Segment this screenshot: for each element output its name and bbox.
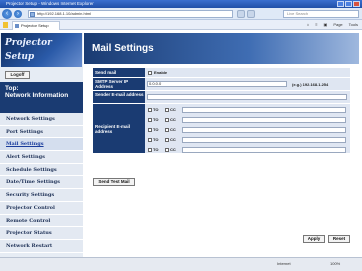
to-label: TO [153, 137, 159, 142]
recipient-row: TO CC [145, 135, 350, 145]
smtp-label: SMTP Server IP Address [93, 78, 145, 91]
home-icon[interactable]: ⌂ [305, 21, 311, 29]
close-window-button[interactable] [353, 1, 360, 7]
security-zone: Internet [277, 261, 291, 266]
sidebar: Projector Setup Logoff Top: Network Info… [0, 31, 83, 257]
feeds-icon[interactable]: ≡ [313, 21, 319, 29]
minimize-button[interactable] [337, 1, 344, 7]
cc-label: CC [170, 117, 176, 122]
cc-label: CC [170, 107, 176, 112]
to-checkbox[interactable] [148, 108, 152, 112]
to-checkbox[interactable] [148, 118, 152, 122]
url-field[interactable]: http://192.168.1.10/admin.html [28, 10, 233, 18]
zoom-level[interactable]: 100% [330, 258, 340, 270]
maximize-button[interactable] [345, 1, 352, 7]
recipient-row: TO CC [145, 145, 350, 154]
cc-checkbox[interactable] [165, 148, 169, 152]
recipient-input[interactable] [182, 107, 346, 113]
sidebar-item-network-restart[interactable]: Network Restart [0, 239, 83, 253]
address-bar: ‹ › http://192.168.1.10/admin.html Live … [0, 8, 362, 20]
to-label: TO [153, 117, 159, 122]
recipient-row: TO CC [145, 105, 350, 115]
to-label: TO [153, 127, 159, 132]
smtp-input[interactable]: 0.0.0.0 [147, 81, 287, 87]
tab-bar: Projector Setup ⌂ ≡ ▣ Page Tools [0, 20, 362, 30]
apply-button[interactable]: Apply [303, 235, 325, 243]
smtp-value: 0.0.0.0 (e.g.) 192.168.1.254 [145, 78, 350, 91]
recipient-label: Recipient E-mail address [93, 104, 145, 154]
cc-label: CC [170, 127, 176, 132]
to-checkbox[interactable] [148, 128, 152, 132]
send-mail-value: Enable [145, 68, 350, 78]
window-controls [337, 1, 360, 7]
window-titlebar: Projector Setup - Windows Internet Explo… [0, 0, 362, 8]
smtp-hint: (e.g.) 192.168.1.254 [292, 82, 329, 87]
send-mail-label: Send mail [93, 68, 145, 78]
sender-input[interactable] [147, 94, 347, 100]
page-title: Mail Settings [84, 33, 359, 64]
page-menu[interactable]: Page [331, 21, 344, 29]
sidebar-item-remote-control[interactable]: Remote Control [0, 214, 83, 228]
main-content: Mail Settings Send mail Enable SMTP Serv… [84, 31, 359, 257]
to-label: TO [153, 147, 159, 152]
enable-label: Enable [154, 70, 168, 75]
status-bar: Internet 100% [0, 257, 362, 271]
forward-button[interactable]: › [14, 10, 22, 18]
enable-checkbox[interactable] [148, 71, 152, 75]
window-title: Projector Setup - Windows Internet Explo… [6, 1, 94, 6]
recipient-input[interactable] [182, 137, 346, 143]
sender-value [145, 91, 350, 104]
sender-label: Sender E-mail address [93, 91, 145, 104]
search-input[interactable]: Live Search [283, 10, 359, 18]
sidebar-item-projector-control[interactable]: Projector Control [0, 201, 83, 215]
top-sublabel: Network Information [5, 92, 69, 99]
cc-checkbox[interactable] [165, 138, 169, 142]
stop-icon[interactable] [247, 10, 255, 18]
recipient-row: TO CC [145, 115, 350, 125]
refresh-icon[interactable] [237, 10, 245, 18]
page-icon [30, 12, 35, 17]
search-placeholder: Live Search [287, 11, 309, 16]
sidebar-item-mail-settings[interactable]: Mail Settings [0, 138, 83, 152]
to-checkbox[interactable] [148, 138, 152, 142]
logo: Projector Setup [1, 33, 82, 67]
recipient-input[interactable] [182, 127, 346, 133]
sidebar-menu: Network Settings Port Settings Mail Sett… [0, 113, 83, 253]
recipient-input[interactable] [182, 117, 346, 123]
sidebar-item-network-settings[interactable]: Network Settings [0, 113, 83, 126]
sidebar-item-port-settings[interactable]: Port Settings [0, 125, 83, 139]
cc-checkbox[interactable] [165, 128, 169, 132]
send-test-mail-button[interactable]: Send Test Mail [93, 178, 135, 186]
cc-label: CC [170, 137, 176, 142]
sidebar-top-link[interactable]: Top: Network Information [0, 82, 83, 113]
tab-label: Projector Setup [21, 23, 49, 28]
reset-button[interactable]: Reset [328, 235, 350, 243]
cc-checkbox[interactable] [165, 108, 169, 112]
tab-page-icon [15, 24, 19, 28]
print-icon[interactable]: ▣ [322, 21, 330, 29]
cc-label: CC [170, 147, 176, 152]
sidebar-item-security-settings[interactable]: Security Settings [0, 189, 83, 202]
cc-checkbox[interactable] [165, 118, 169, 122]
recipient-row: TO CC [145, 125, 350, 135]
back-button[interactable]: ‹ [2, 9, 12, 19]
command-bar: ⌂ ≡ ▣ Page Tools [305, 21, 360, 29]
to-label: TO [153, 107, 159, 112]
favorites-star-icon[interactable] [3, 22, 8, 28]
recipient-input[interactable] [182, 147, 346, 153]
sidebar-item-schedule-settings[interactable]: Schedule Settings [0, 163, 83, 177]
top-label: Top: [5, 85, 19, 92]
sidebar-item-date-time-settings[interactable]: Date/Time Settings [0, 176, 83, 190]
logoff-button[interactable]: Logoff [5, 71, 30, 79]
url-text: http://192.168.1.10/admin.html [37, 11, 92, 16]
sidebar-item-alert-settings[interactable]: Alert Settings [0, 151, 83, 164]
tab-projector-setup[interactable]: Projector Setup [12, 21, 60, 30]
sidebar-item-projector-status[interactable]: Projector Status [0, 227, 83, 240]
recipient-value: TO CC TO CC TO CC TO CC TO CC [145, 104, 350, 154]
to-checkbox[interactable] [148, 148, 152, 152]
tools-menu[interactable]: Tools [347, 21, 360, 29]
